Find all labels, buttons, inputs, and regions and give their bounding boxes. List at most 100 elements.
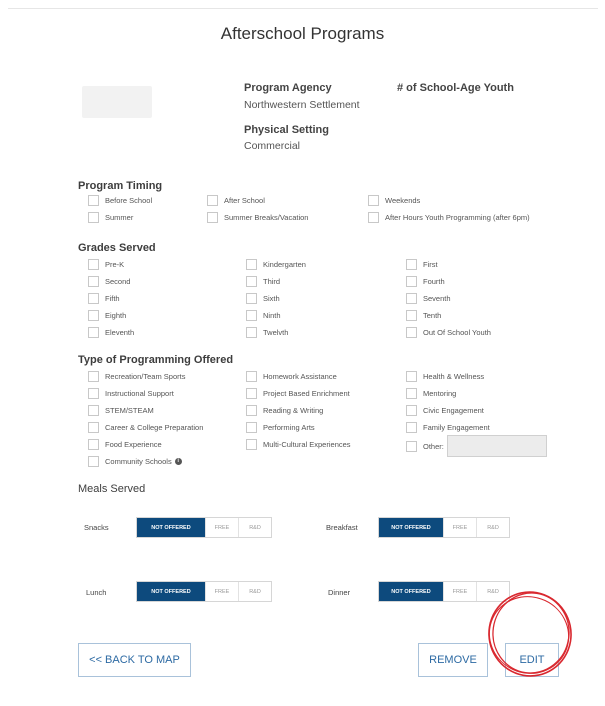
checkbox-box[interactable] xyxy=(246,422,257,433)
meal-toggle-lunch[interactable]: NOT OFFERED FREE R&D xyxy=(136,581,272,602)
checkbox-box[interactable] xyxy=(368,212,379,223)
edit-button[interactable]: EDIT xyxy=(505,643,559,677)
checkbox-mentoring[interactable]: Mentoring xyxy=(406,388,456,399)
checkbox-box[interactable] xyxy=(246,371,257,382)
checkbox-box[interactable] xyxy=(246,310,257,321)
option-not-offered[interactable]: NOT OFFERED xyxy=(137,518,205,537)
checkbox-recreation[interactable]: Recreation/Team Sports xyxy=(88,371,185,382)
checkbox-box[interactable] xyxy=(246,327,257,338)
checkbox-box[interactable] xyxy=(406,327,417,338)
checkbox-multi-cultural[interactable]: Multi-Cultural Experiences xyxy=(246,439,351,450)
checkbox-fifth[interactable]: Fifth xyxy=(88,293,120,304)
option-free[interactable]: FREE xyxy=(443,582,476,601)
option-rd[interactable]: R&D xyxy=(238,582,271,601)
checkbox-label: Kindergarten xyxy=(263,260,306,269)
checkbox-box[interactable] xyxy=(406,422,417,433)
checkbox-box[interactable] xyxy=(88,371,99,382)
checkbox-weekends[interactable]: Weekends xyxy=(368,195,420,206)
checkbox-box[interactable] xyxy=(88,195,99,206)
checkbox-box[interactable] xyxy=(406,259,417,270)
option-free[interactable]: FREE xyxy=(205,582,238,601)
checkbox-box[interactable] xyxy=(88,456,99,467)
checkbox-health-wellness[interactable]: Health & Wellness xyxy=(406,371,484,382)
checkbox-fourth[interactable]: Fourth xyxy=(406,276,445,287)
checkbox-after-school[interactable]: After School xyxy=(207,195,265,206)
remove-button[interactable]: REMOVE xyxy=(418,643,488,677)
checkbox-sixth[interactable]: Sixth xyxy=(246,293,280,304)
option-not-offered[interactable]: NOT OFFERED xyxy=(137,582,205,601)
option-free[interactable]: FREE xyxy=(205,518,238,537)
checkbox-label: Community Schools xyxy=(105,457,172,466)
checkbox-eighth[interactable]: Eighth xyxy=(88,310,126,321)
checkbox-box[interactable] xyxy=(246,405,257,416)
checkbox-eleventh[interactable]: Eleventh xyxy=(88,327,134,338)
checkbox-box[interactable] xyxy=(207,195,218,206)
checkbox-box[interactable] xyxy=(406,293,417,304)
checkbox-community-schools[interactable]: Community Schools i xyxy=(88,456,182,467)
checkbox-box[interactable] xyxy=(88,310,99,321)
option-not-offered[interactable]: NOT OFFERED xyxy=(379,518,443,537)
checkbox-after-hours[interactable]: After Hours Youth Programming (after 6pm… xyxy=(368,212,530,223)
checkbox-before-school[interactable]: Before School xyxy=(88,195,152,206)
back-to-map-button[interactable]: << BACK TO MAP xyxy=(78,643,191,677)
info-circle-icon[interactable]: i xyxy=(174,458,182,465)
checkbox-pre-k[interactable]: Pre-K xyxy=(88,259,124,270)
checkbox-box[interactable] xyxy=(368,195,379,206)
checkbox-family-engagement[interactable]: Family Engagement xyxy=(406,422,490,433)
checkbox-box[interactable] xyxy=(207,212,218,223)
checkbox-out-of-school-youth[interactable]: Out Of School Youth xyxy=(406,327,491,338)
checkbox-seventh[interactable]: Seventh xyxy=(406,293,451,304)
checkbox-box[interactable] xyxy=(88,212,99,223)
checkbox-box[interactable] xyxy=(406,310,417,321)
checkbox-box[interactable] xyxy=(88,276,99,287)
checkbox-box[interactable] xyxy=(406,371,417,382)
checkbox-homework[interactable]: Homework Assistance xyxy=(246,371,337,382)
checkbox-box[interactable] xyxy=(246,259,257,270)
checkbox-ninth[interactable]: Ninth xyxy=(246,310,281,321)
option-rd[interactable]: R&D xyxy=(476,518,509,537)
checkbox-box[interactable] xyxy=(406,388,417,399)
meal-toggle-dinner[interactable]: NOT OFFERED FREE R&D xyxy=(378,581,510,602)
checkbox-third[interactable]: Third xyxy=(246,276,280,287)
option-free[interactable]: FREE xyxy=(443,518,476,537)
checkbox-box[interactable] xyxy=(88,422,99,433)
checkbox-box[interactable] xyxy=(88,293,99,304)
checkbox-project-based[interactable]: Project Based Enrichment xyxy=(246,388,350,399)
checkbox-tenth[interactable]: Tenth xyxy=(406,310,441,321)
meal-label-lunch: Lunch xyxy=(86,588,107,597)
checkbox-summer[interactable]: Summer xyxy=(88,212,133,223)
other-programming-input[interactable] xyxy=(447,435,547,457)
meal-toggle-snacks[interactable]: NOT OFFERED FREE R&D xyxy=(136,517,272,538)
checkbox-summer-breaks[interactable]: Summer Breaks/Vacation xyxy=(207,212,308,223)
checkbox-box[interactable] xyxy=(246,388,257,399)
checkbox-box[interactable] xyxy=(406,405,417,416)
checkbox-career-college[interactable]: Career & College Preparation xyxy=(88,422,203,433)
checkbox-box[interactable] xyxy=(88,327,99,338)
checkbox-box[interactable] xyxy=(88,259,99,270)
checkbox-stem[interactable]: STEM/STEAM xyxy=(88,405,154,416)
checkbox-box[interactable] xyxy=(406,441,417,452)
checkbox-box[interactable] xyxy=(88,388,99,399)
meal-toggle-breakfast[interactable]: NOT OFFERED FREE R&D xyxy=(378,517,510,538)
checkbox-box[interactable] xyxy=(246,293,257,304)
checkbox-reading-writing[interactable]: Reading & Writing xyxy=(246,405,323,416)
setting-label: Physical Setting xyxy=(244,124,329,136)
checkbox-civic-engagement[interactable]: Civic Engagement xyxy=(406,405,484,416)
checkbox-box[interactable] xyxy=(246,439,257,450)
checkbox-twelvth[interactable]: Twelvth xyxy=(246,327,288,338)
checkbox-other[interactable]: Other: xyxy=(406,441,444,452)
checkbox-box[interactable] xyxy=(88,439,99,450)
checkbox-box[interactable] xyxy=(246,276,257,287)
checkbox-box[interactable] xyxy=(406,276,417,287)
checkbox-performing-arts[interactable]: Performing Arts xyxy=(246,422,315,433)
checkbox-kindergarten[interactable]: Kindergarten xyxy=(246,259,306,270)
checkbox-food-experience[interactable]: Food Experience xyxy=(88,439,162,450)
checkbox-label: Recreation/Team Sports xyxy=(105,372,186,381)
checkbox-instructional-support[interactable]: Instructional Support xyxy=(88,388,174,399)
option-rd[interactable]: R&D xyxy=(238,518,271,537)
checkbox-second[interactable]: Second xyxy=(88,276,130,287)
checkbox-box[interactable] xyxy=(88,405,99,416)
option-not-offered[interactable]: NOT OFFERED xyxy=(379,582,443,601)
option-rd[interactable]: R&D xyxy=(476,582,509,601)
checkbox-first[interactable]: First xyxy=(406,259,438,270)
